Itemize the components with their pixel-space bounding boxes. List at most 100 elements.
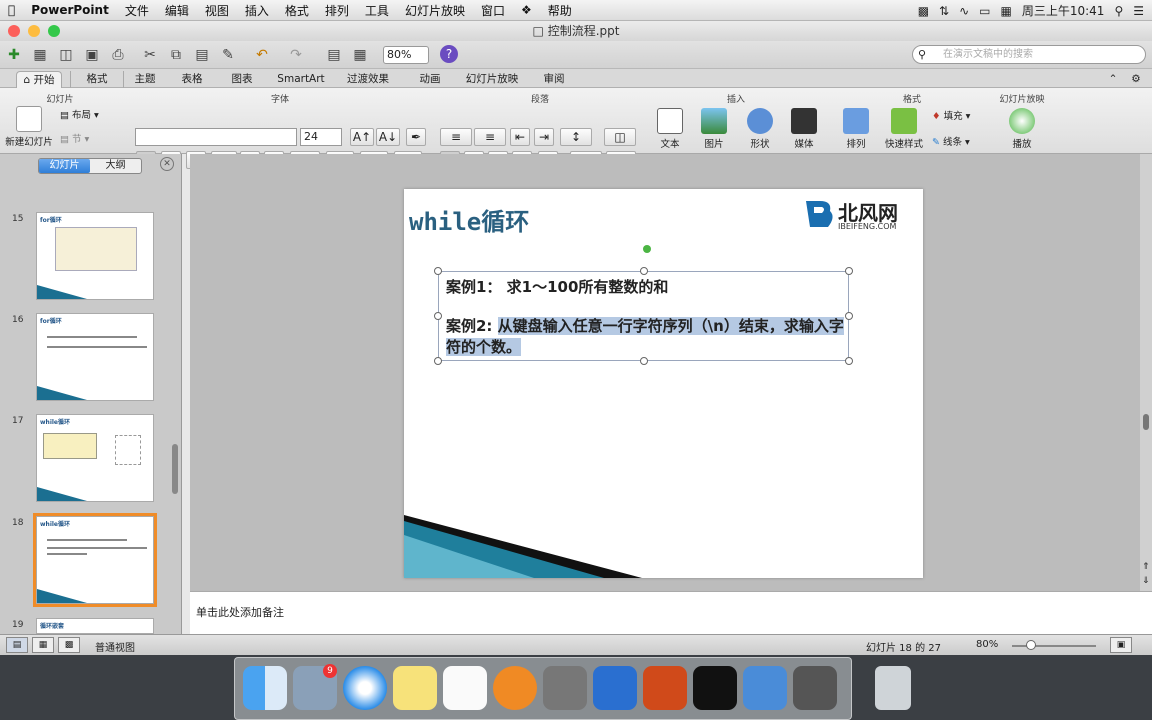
menu-format[interactable]: 格式 [277,2,317,19]
tab-smartart[interactable]: SmartArt [272,71,330,88]
reminders-icon[interactable] [443,666,487,710]
insert-shape-button[interactable]: 形状 [740,108,780,150]
menu-help[interactable]: 帮助 [540,2,580,19]
save-icon[interactable]: ▣ [82,45,102,65]
sidebar-icon[interactable]: ▤ [324,45,344,65]
finder-icon[interactable] [243,666,287,710]
font-size-field[interactable]: 24 [300,128,342,146]
arrange-button[interactable]: 排列 [836,108,876,150]
tab-tables[interactable]: 表格 [172,71,212,88]
tab-slideshow[interactable]: 幻灯片放映 [460,71,524,88]
next-slide-icon[interactable]: ⇓ [1142,576,1150,586]
tab-review[interactable]: 审阅 [534,71,574,88]
rotate-handle[interactable] [643,245,651,253]
system-preferences-icon[interactable] [543,666,587,710]
tab-home[interactable]: ⌂ 开始 [16,71,62,88]
menu-edit[interactable]: 编辑 [157,2,197,19]
play-button[interactable]: 播放 [1002,108,1042,150]
decrease-font-icon[interactable]: A↓ [376,128,400,146]
notes-icon[interactable] [393,666,437,710]
word-icon[interactable] [593,666,637,710]
spotlight-icon[interactable]: ⚲ [1114,4,1123,18]
ribbon-settings-icon[interactable]: ⚙ [1126,71,1146,88]
powerpoint-icon[interactable] [643,666,687,710]
menu-window[interactable]: 窗口 [473,2,513,19]
case1-text[interactable]: 案例1： 求1～100所有整数的和 [446,276,668,297]
insert-media-button[interactable]: 媒体 [784,108,824,150]
input-method-icon[interactable]: ▦ [1001,4,1012,18]
minimize-window-button[interactable] [28,25,40,37]
resize-handle[interactable] [640,357,648,365]
camera-icon[interactable]: ▩ [918,4,929,18]
resize-handle[interactable] [434,267,442,275]
menu-slideshow[interactable]: 幻灯片放映 [397,2,473,19]
resize-handle[interactable] [845,357,853,365]
insert-picture-button[interactable]: 图片 [694,108,734,150]
presenter-view-button[interactable]: ▩ [58,637,80,653]
tab-format[interactable]: 格式 [70,71,124,88]
safari-icon[interactable] [343,666,387,710]
close-window-button[interactable] [8,25,20,37]
wifi-icon[interactable]: ∿ [959,4,969,18]
photo-booth-icon[interactable] [793,666,837,710]
tab-slides[interactable]: 幻灯片 [39,159,90,173]
fit-window-icon[interactable]: ▣ [1110,637,1132,653]
sync-icon[interactable]: ⇅ [939,4,949,18]
decrease-indent-icon[interactable]: ⇤ [510,128,530,146]
canvas-scrollbar[interactable]: ⇑ ⇓ [1140,154,1152,591]
redo-icon[interactable]: ↷ [286,45,306,65]
numbering-button[interactable]: ≡ [474,128,506,146]
case2-paragraph[interactable]: 案例2: 从键盘输入任意一行字符序列（\n）结束，求输入字符的个数。 [446,316,846,358]
cut-icon[interactable]: ✂ [140,45,160,65]
panel-scrollbar[interactable] [172,444,178,494]
sorter-view-button[interactable]: ▦ [32,637,54,653]
section-button[interactable]: ▤ 节 ▾ [60,131,120,145]
slide-thumbnail[interactable]: for循环 [36,313,154,401]
apple-icon[interactable]:  [0,3,23,17]
selected-textbox[interactable]: 案例1： 求1～100所有整数的和 案例2: 从键盘输入任意一行字符序列（\n）… [434,267,853,365]
xcode-icon[interactable] [743,666,787,710]
fill-button[interactable]: ♦ 填充 ▾ [932,108,992,122]
columns-button[interactable]: ◫ [604,128,636,146]
tab-transitions[interactable]: 过渡效果 [340,71,396,88]
zoom-window-button[interactable] [48,25,60,37]
resize-handle[interactable] [845,267,853,275]
trash-icon[interactable] [875,666,911,710]
format-painter-icon[interactable]: ✎ [218,45,238,65]
notification-icon[interactable]: ☰ [1133,4,1144,18]
close-panel-icon[interactable]: ✕ [160,157,174,171]
menu-app-name[interactable]: PowerPoint [23,3,117,17]
ibooks-icon[interactable] [493,666,537,710]
zoom-slider[interactable] [1012,645,1096,647]
clear-format-icon[interactable]: ✒ [406,128,426,146]
help-icon[interactable]: ? [440,45,458,63]
prev-slide-icon[interactable]: ⇑ [1142,562,1150,572]
slide-thumbnail-selected[interactable]: while循环 [33,513,157,607]
scroll-thumb[interactable] [1143,414,1149,430]
zoom-slider-thumb[interactable] [1026,640,1036,650]
copy-icon[interactable]: ⧉ [166,45,186,65]
collapse-ribbon-icon[interactable]: ⌃ [1106,71,1120,88]
font-name-field[interactable] [135,128,297,146]
clock[interactable]: 周三上午10:41 [1022,2,1105,19]
slide-thumbnail[interactable]: for循环 [36,212,154,300]
open-icon[interactable]: ◫ [56,45,76,65]
slide-title[interactable]: while循环 [409,202,529,237]
new-icon[interactable]: ✚ [4,45,24,65]
search-input[interactable]: 在演示文稿中的搜索 [912,45,1146,64]
tab-animations[interactable]: 动画 [410,71,450,88]
line-button[interactable]: ✎ 线条 ▾ [932,134,992,148]
new-slide-button[interactable]: 新建幻灯片 [4,106,54,148]
slide-thumbnail[interactable]: 循环嵌套 [36,618,154,634]
line-spacing-button[interactable]: ↕ [560,128,592,146]
tab-themes[interactable]: 主题 [128,71,162,88]
menu-arrange[interactable]: 排列 [317,2,357,19]
terminal-icon[interactable] [693,666,737,710]
menu-insert[interactable]: 插入 [237,2,277,19]
paste-icon[interactable]: ▤ [192,45,212,65]
bullets-button[interactable]: ≡ [440,128,472,146]
resize-handle[interactable] [434,357,442,365]
layout-button[interactable]: ▤ 布局 ▾ [60,107,120,121]
increase-indent-icon[interactable]: ⇥ [534,128,554,146]
increase-font-icon[interactable]: A↑ [350,128,374,146]
